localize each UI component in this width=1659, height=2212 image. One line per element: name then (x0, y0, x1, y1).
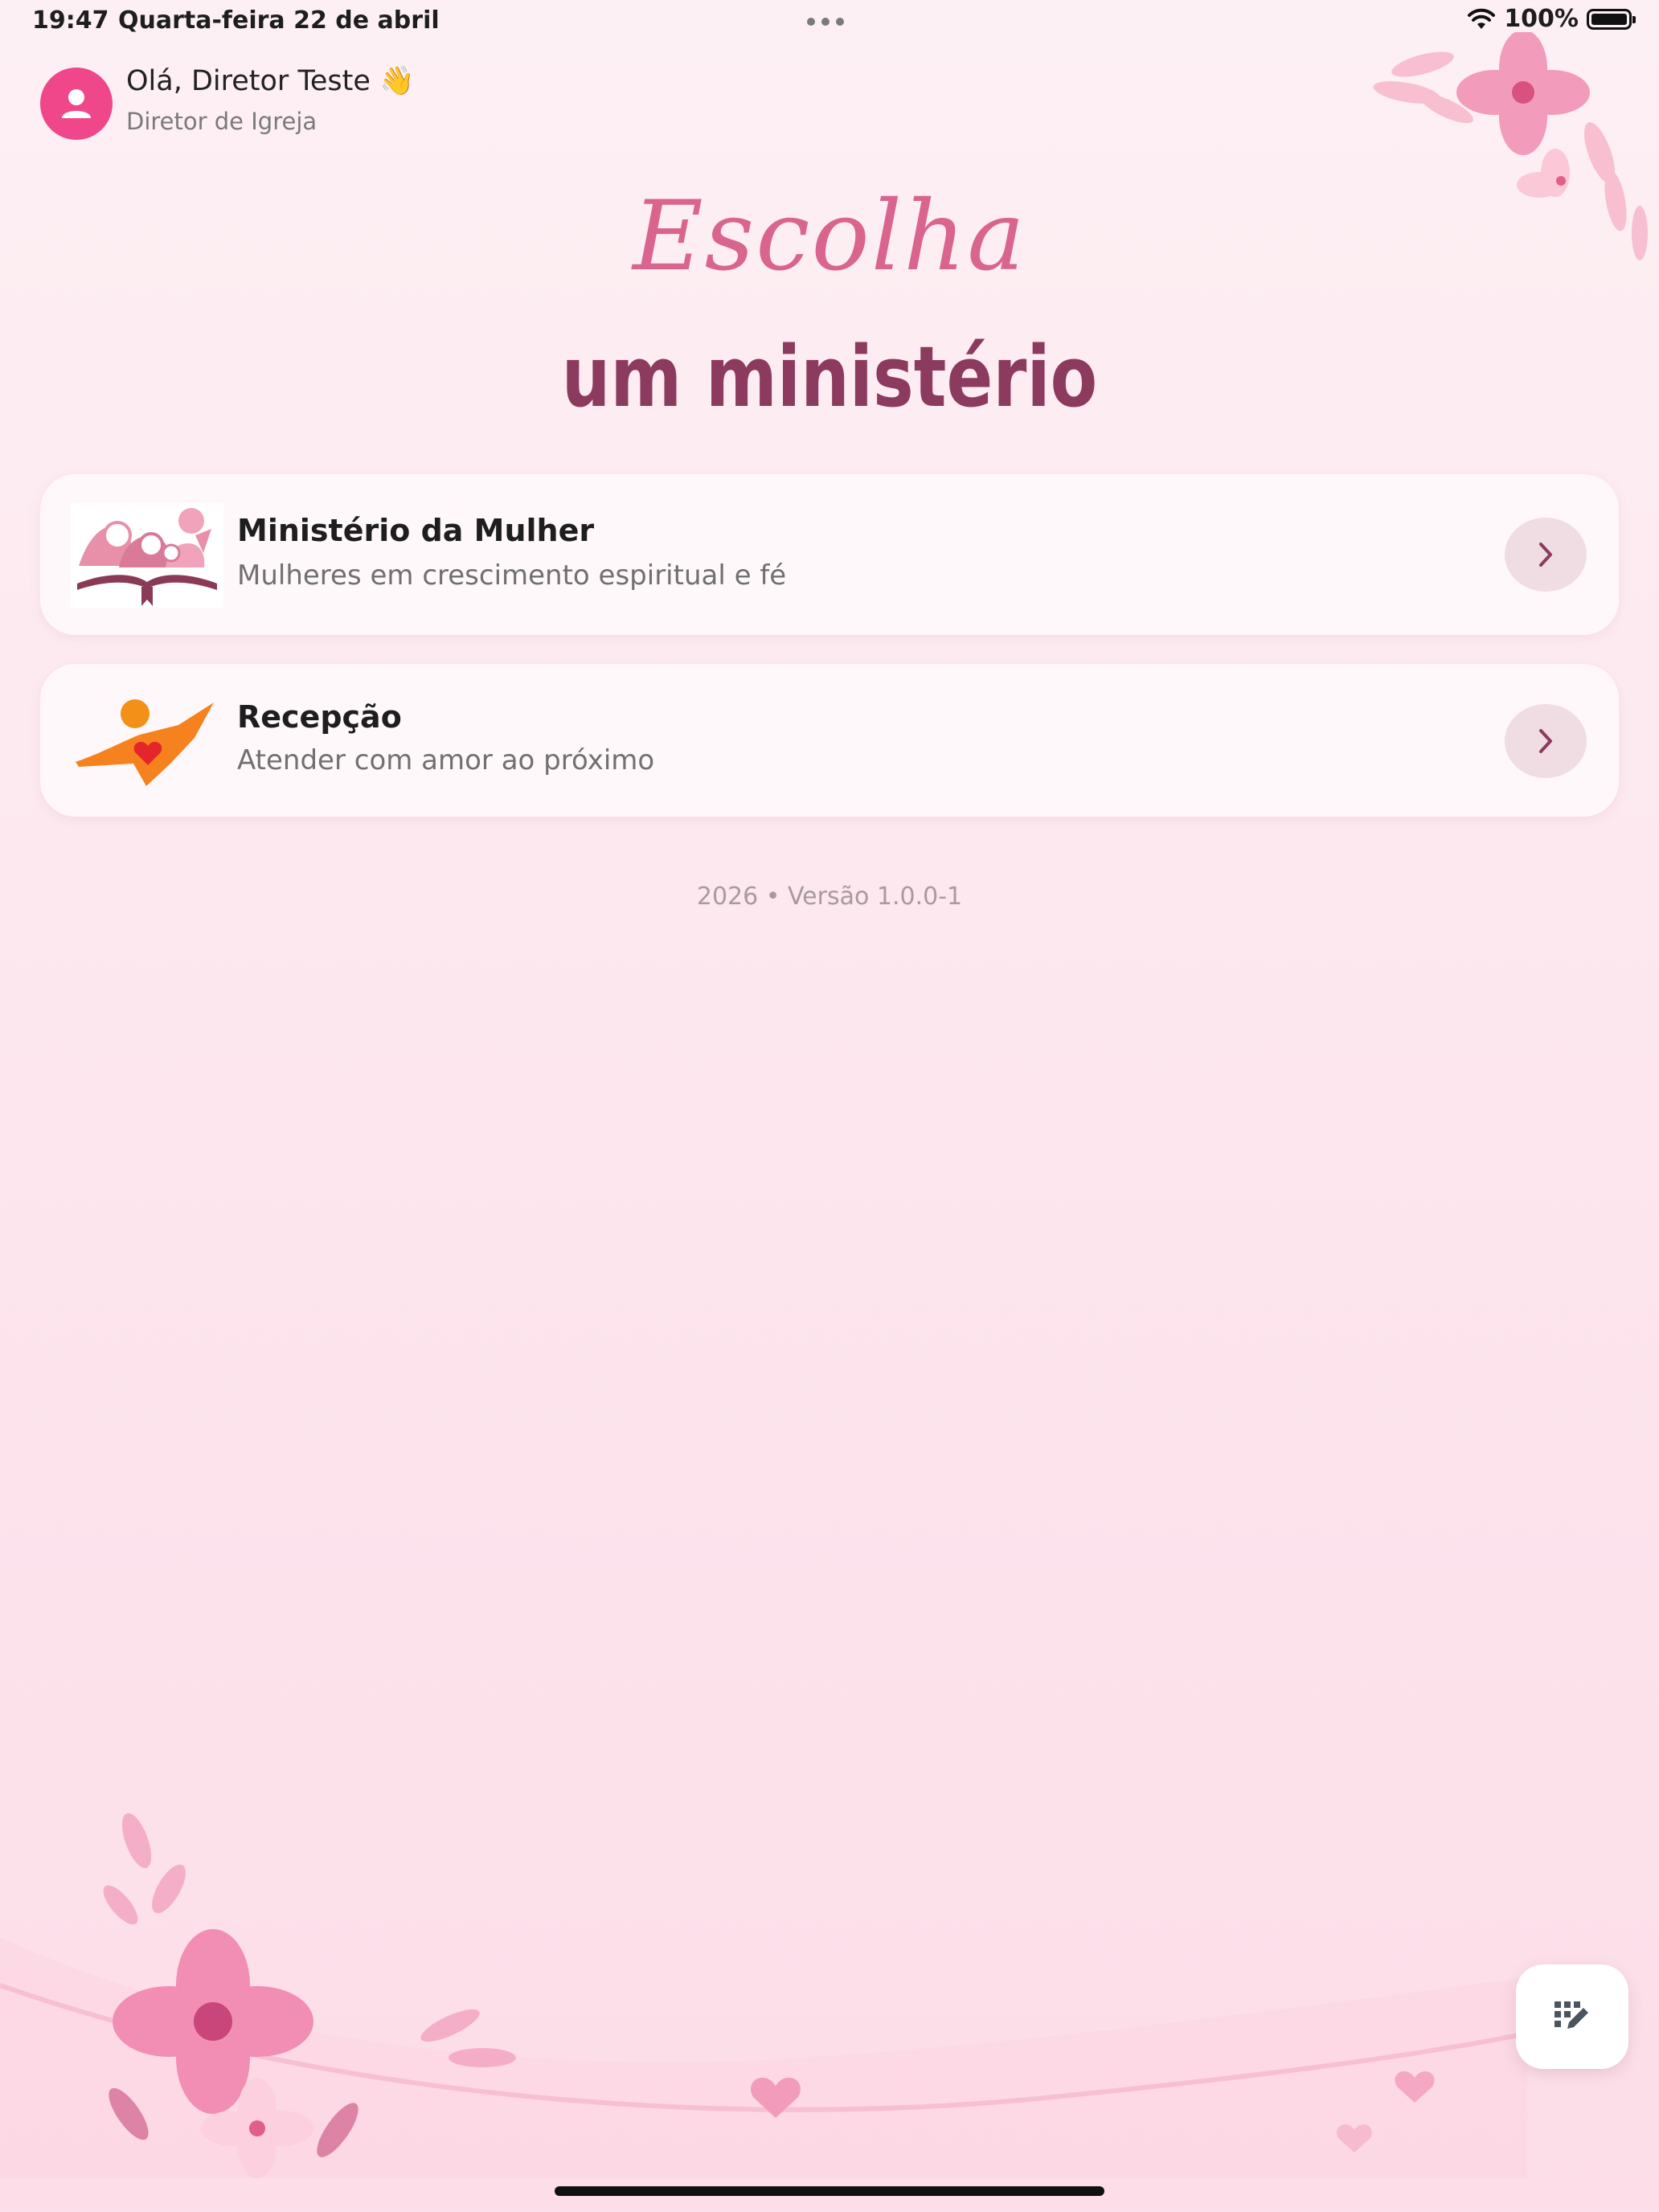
chevron-right-button[interactable] (1505, 704, 1587, 778)
ministry-title: Ministério da Mulher (237, 513, 595, 548)
edit-grid-icon (1555, 2001, 1588, 2029)
women-ministry-logo (71, 503, 223, 608)
chevron-right-icon (1539, 729, 1552, 753)
page-title-script: Escolha (633, 181, 1026, 293)
ministry-card-mulher[interactable]: Ministério da Mulher Mulheres em crescim… (40, 474, 1619, 635)
ministry-card-recepcao[interactable]: Recepção Atender com amor ao próximo (40, 664, 1619, 817)
greeting-text: Olá, Diretor Teste 👋 (126, 65, 415, 97)
edit-grid-button[interactable] (1516, 1964, 1628, 2069)
battery-percent: 100% (1504, 5, 1579, 33)
chevron-right-icon (1539, 543, 1552, 567)
app-version: 2026 • Versão 1.0.0-1 (696, 883, 963, 911)
user-icon (62, 89, 91, 118)
user-role: Diretor de Igreja (126, 108, 317, 135)
ministry-subtitle: Atender com amor ao próximo (237, 744, 655, 776)
status-time: 19:47 (32, 6, 109, 35)
status-date: Quarta-feira 22 de abril (118, 6, 440, 35)
status-indicators: 100% (1467, 5, 1636, 33)
floral-decoration-bottom (0, 1813, 1527, 2178)
wifi-icon (1468, 8, 1496, 29)
ministry-subtitle: Mulheres em crescimento espiritual e fé (237, 559, 787, 592)
multitasking-dots[interactable] (807, 18, 844, 26)
reception-logo (76, 699, 214, 786)
ministry-title: Recepção (237, 699, 402, 735)
battery-icon (1587, 8, 1636, 30)
home-indicator[interactable] (555, 2186, 1104, 2196)
avatar[interactable] (40, 68, 113, 140)
page-title: um ministério (561, 328, 1098, 426)
chevron-right-button[interactable] (1505, 518, 1587, 592)
